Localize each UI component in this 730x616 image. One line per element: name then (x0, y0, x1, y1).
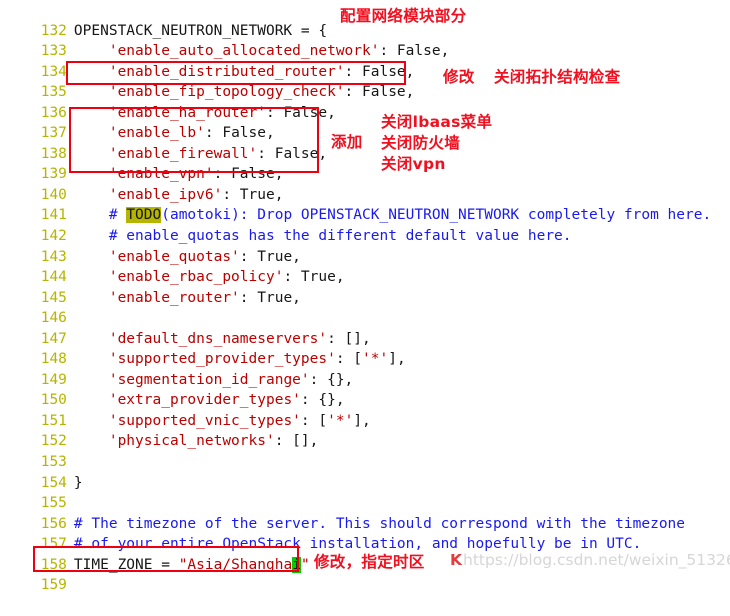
csdn-logo-icon: K (450, 551, 463, 569)
code-line-149[interactable]: 149 'segmentation_id_range': {}, (0, 349, 730, 388)
code-line-151[interactable]: 151 'supported_vnic_types': ['*'], (0, 390, 730, 429)
code-line-136[interactable]: 136 'enable_ha_router': False, (0, 82, 730, 121)
csdn-watermark: Khttps://blog.csdn.net/weixin_51326240 (450, 551, 730, 569)
code-line-135[interactable]: 135 'enable_fip_topology_check': False, (0, 62, 730, 100)
line-number: 159 (40, 577, 67, 594)
code-line-138[interactable]: 138 'enable_firewall': False, (0, 123, 730, 162)
code-line-154[interactable]: 154} (0, 452, 730, 491)
code-line-143[interactable]: 143 'enable_quotas': True, (0, 226, 730, 265)
code-line-146[interactable]: 146 (0, 288, 730, 326)
annotation-modify-label: 修改 (443, 68, 475, 86)
code-line-134[interactable]: 134 'enable_distributed_router': False, (0, 41, 730, 80)
annotation-close-firewall: 关闭防火墙 (381, 134, 461, 152)
code-line-142[interactable]: 142 # enable_quotas has the different de… (0, 205, 730, 244)
code-line-153[interactable]: 153 (0, 431, 730, 470)
code-line-150[interactable]: 150 'extra_provider_types': {}, (0, 370, 730, 408)
code-line-152[interactable]: 152 'physical_networks': [], (0, 411, 730, 449)
code-line-137[interactable]: 137 'enable_lb': False, (0, 103, 730, 141)
annotation-add-label: 添加 (331, 133, 363, 151)
code-line-147[interactable]: 147 'default_dns_nameservers': [], (0, 308, 730, 347)
code-line-148[interactable]: 148 'supported_provider_types': ['*'], (0, 329, 730, 367)
code-line-156[interactable]: 156 # The timezone of the server. This sh… (0, 493, 730, 532)
annotation-config-network-section: 配置网络模块部分 (340, 7, 467, 25)
code-line-139[interactable]: 139 'enable_vpn': False, (0, 144, 730, 182)
code-line-144[interactable]: 144 'enable_rbac_policy': True, (0, 247, 730, 285)
code-editor[interactable]: 132 OPENSTACK_NEUTRON_NETWORK = { 133 'en… (0, 0, 730, 593)
code-line-141[interactable]: 141 # TODO(amotoki): Drop OPENSTACK_NEUT… (0, 185, 730, 224)
annotation-close-vpn: 关闭vpn (381, 155, 446, 173)
code-line-157[interactable]: 157 # of your entire OpenStack installati… (0, 514, 730, 552)
code-line-155[interactable]: 155 (0, 473, 730, 511)
code-line-140[interactable]: 140 'enable_ipv6': True, (0, 164, 730, 203)
code-line-145[interactable]: 145 'enable_router': True, (0, 267, 730, 306)
annotation-close-lbaas-menu: 关闭lbaas菜单 (381, 113, 493, 131)
annotation-modify-timezone: 修改，指定时区 (314, 553, 425, 571)
watermark-url: https://blog.csdn.net/weixin_51326240 (463, 551, 730, 569)
annotation-close-topology-check: 关闭拓扑结构检查 (494, 68, 621, 86)
